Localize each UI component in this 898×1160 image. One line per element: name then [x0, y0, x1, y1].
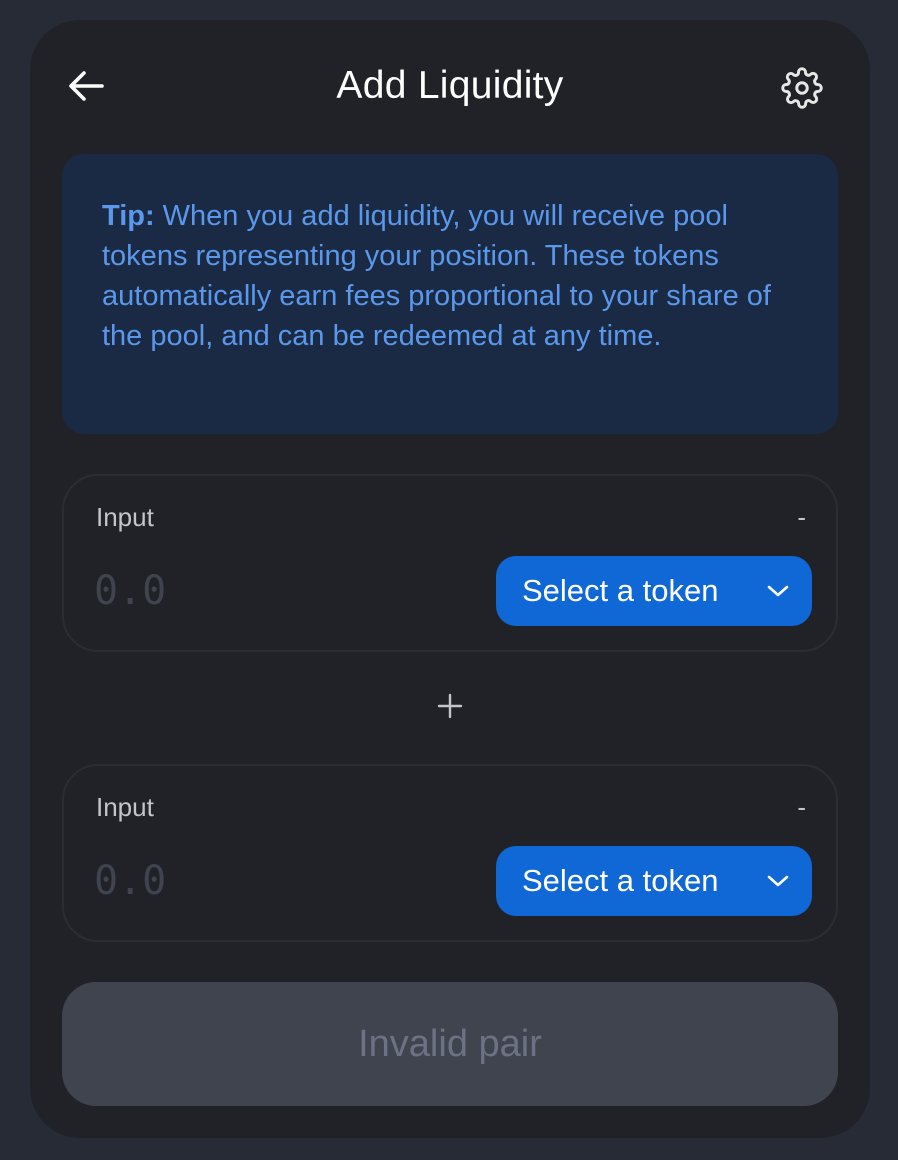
select-token-label: Select a token [522, 573, 719, 608]
invalid-pair-button[interactable]: Invalid pair [62, 982, 838, 1106]
page-title: Add Liquidity [336, 64, 564, 107]
select-token-button[interactable]: Select a token [496, 556, 812, 626]
input-label: Input [96, 792, 154, 822]
chevron-down-icon [767, 585, 789, 597]
tip-label: Tip: [102, 200, 155, 232]
settings-button[interactable] [778, 64, 826, 112]
balance-value: - [797, 502, 806, 532]
tip-text: When you add liquidity, you will receive… [102, 200, 771, 352]
amount-input[interactable] [94, 856, 394, 906]
chevron-down-icon [767, 875, 789, 887]
balance-value: - [797, 792, 806, 822]
select-token-label: Select a token [522, 863, 719, 898]
plus-icon [437, 693, 463, 719]
currency-input-panel-a: Input - Select a token [62, 474, 838, 652]
header: Add Liquidity [30, 20, 870, 155]
gear-icon [781, 67, 823, 109]
input-label: Input [96, 502, 154, 532]
currency-input-panel-b: Input - Select a token [62, 764, 838, 942]
amount-input[interactable] [94, 566, 394, 616]
tip-banner: Tip: When you add liquidity, you will re… [62, 154, 838, 434]
add-liquidity-card: Add Liquidity Tip: When you add liquidit… [30, 20, 870, 1138]
select-token-button[interactable]: Select a token [496, 846, 812, 916]
